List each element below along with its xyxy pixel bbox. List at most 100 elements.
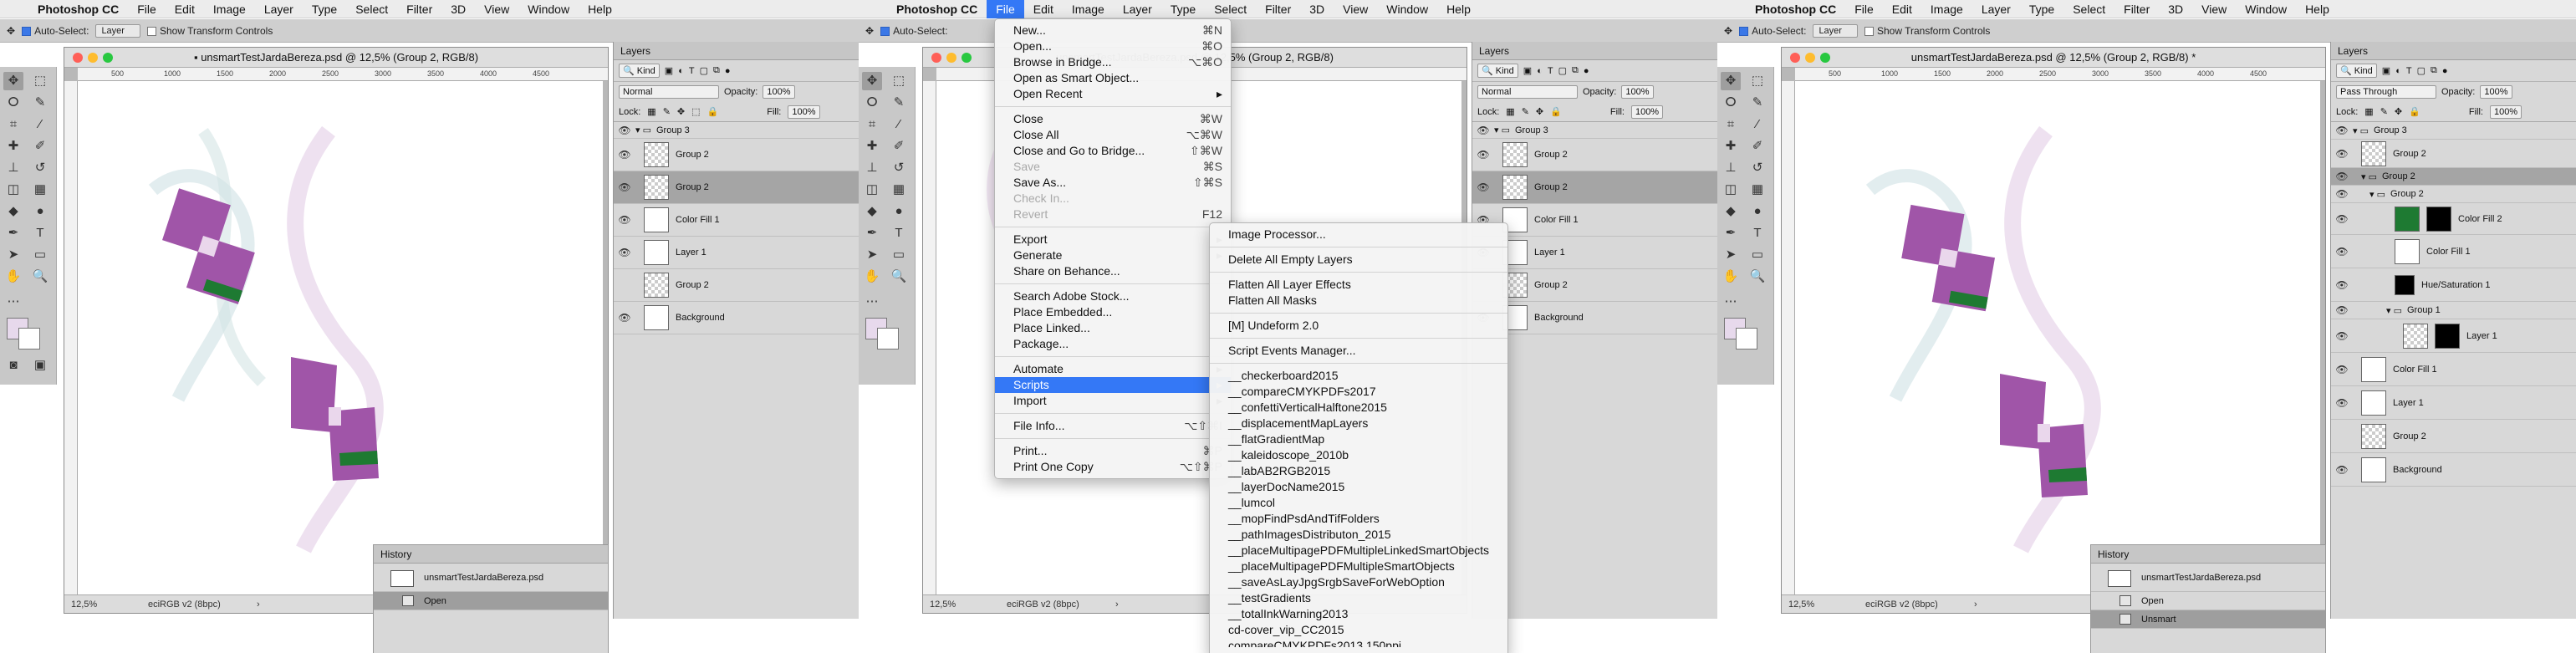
history-state[interactable]: Open <box>2091 592 2325 610</box>
layer-row[interactable]: 👁 Group 2 <box>614 139 859 171</box>
layer-row[interactable]: 👁Layer 1 <box>1472 237 1717 269</box>
file-menu-item[interactable]: Place Linked... <box>995 320 1231 336</box>
marquee-tool-icon[interactable]: ⬚ <box>889 72 909 90</box>
menu-help[interactable]: Help <box>1437 0 1480 18</box>
visibility-eye-icon[interactable]: 👁 <box>2331 171 2353 182</box>
stamp-tool-icon[interactable]: ⊥ <box>862 159 882 177</box>
zoom-level[interactable]: 12,5% <box>71 595 97 614</box>
hand-tool-icon[interactable]: ✋ <box>862 268 882 286</box>
filter-kind-dropdown[interactable]: 🔍 Kind <box>619 64 660 78</box>
visibility-eye-icon[interactable]: 👁 <box>2331 464 2353 476</box>
filter-type-icon[interactable]: T <box>689 66 695 76</box>
zoom-level[interactable]: 12,5% <box>1788 595 1814 614</box>
more-tools-icon[interactable]: ⋯ <box>3 293 23 311</box>
blend-mode-dropdown[interactable]: Pass Through <box>2336 85 2436 99</box>
eraser-tool-icon[interactable]: ◫ <box>3 181 23 199</box>
script-menu-item[interactable]: __saveAsLayJpgSrgbSaveForWebOption <box>1210 574 1507 590</box>
path-select-tool-icon[interactable]: ➤ <box>862 246 882 264</box>
move-tool-icon[interactable]: ✥ <box>1724 25 1732 37</box>
minimize-window-button[interactable] <box>946 53 956 63</box>
history-state[interactable]: Unsmart <box>2091 610 2325 629</box>
shape-tool-icon[interactable]: ▭ <box>889 246 909 264</box>
layer-row[interactable]: 👁 Color Fill 1 <box>2331 353 2576 386</box>
file-menu-item[interactable]: Export▸ <box>995 232 1231 247</box>
filter-pixel-icon[interactable]: ▣ <box>665 65 673 76</box>
visibility-eye-icon[interactable]: 👁 <box>2331 364 2353 375</box>
move-tool-icon[interactable]: ✥ <box>1721 72 1741 90</box>
type-tool-icon[interactable]: T <box>30 224 50 242</box>
file-menu-item[interactable]: Open Recent ▸ <box>995 86 1231 102</box>
menu-layer[interactable]: Layer <box>1972 0 2020 18</box>
visibility-eye-icon[interactable]: 👁 <box>2331 125 2353 136</box>
menu-file[interactable]: File <box>128 0 166 18</box>
lock-transparent-icon[interactable]: ▦ <box>647 106 655 117</box>
script-menu-item[interactable]: Flatten All Masks <box>1210 293 1507 309</box>
menu-layer[interactable]: Layer <box>1114 0 1161 18</box>
file-menu-item[interactable]: Open... ⌘O <box>995 38 1231 54</box>
menu-image[interactable]: Image <box>204 0 255 18</box>
layer-row[interactable]: 👁 Color Fill 1 <box>1472 204 1717 237</box>
menu-window[interactable]: Window <box>518 0 579 18</box>
file-menu-item[interactable]: New... ⌘N <box>995 23 1231 38</box>
visibility-eye-icon[interactable]: 👁 <box>614 247 635 258</box>
dodge-tool-icon[interactable]: ● <box>30 202 50 221</box>
script-menu-item[interactable]: Flatten All Layer Effects <box>1210 277 1507 293</box>
hand-tool-icon[interactable]: ✋ <box>3 268 23 286</box>
history-brush-icon[interactable]: ↺ <box>1747 159 1767 177</box>
menu-layer[interactable]: Layer <box>255 0 303 18</box>
auto-select-checkbox[interactable]: Auto-Select: <box>22 25 89 37</box>
blur-tool-icon[interactable]: ◆ <box>862 202 882 221</box>
file-menu-item[interactable]: Open as Smart Object... <box>995 70 1231 86</box>
menu-filter[interactable]: Filter <box>1256 0 1300 18</box>
menu-select[interactable]: Select <box>2063 0 2114 18</box>
script-menu-item[interactable]: compareCMYKPDFs2013 150ppi <box>1210 638 1507 647</box>
auto-select-dropdown[interactable]: Layer <box>1813 23 1858 38</box>
history-tab[interactable]: History <box>2091 545 2325 564</box>
close-window-button[interactable] <box>1790 53 1800 63</box>
menu-select[interactable]: Select <box>1205 0 1256 18</box>
file-menu-item[interactable]: Import▸ <box>995 393 1231 409</box>
healing-tool-icon[interactable]: ✚ <box>862 137 882 156</box>
layer-row[interactable]: 👁Background <box>1472 302 1717 334</box>
menu-edit[interactable]: Edit <box>1883 0 1921 18</box>
filter-adjust-icon[interactable]: ◐ <box>1537 66 1543 76</box>
visibility-eye-icon[interactable]: 👁 <box>1472 125 1494 136</box>
zoom-tool-icon[interactable]: 🔍 <box>889 268 909 286</box>
visibility-eye-icon[interactable]: 👁 <box>2331 188 2353 200</box>
menu-image[interactable]: Image <box>1921 0 1972 18</box>
screen-mode-icon[interactable]: ▣ <box>30 356 50 375</box>
script-menu-item[interactable]: __testGradients <box>1210 590 1507 606</box>
menu-3d[interactable]: 3D <box>1300 0 1334 18</box>
filter-pixel-icon[interactable]: ▣ <box>2382 65 2390 76</box>
move-tool-icon[interactable]: ✥ <box>865 25 874 37</box>
menu-type[interactable]: Type <box>1161 0 1205 18</box>
shape-tool-icon[interactable]: ▭ <box>1747 246 1767 264</box>
opacity-input[interactable]: 100% <box>763 85 795 99</box>
script-menu-item[interactable]: Image Processor... <box>1210 227 1507 242</box>
filter-toggle-icon[interactable]: ● <box>2442 66 2448 76</box>
file-menu-item[interactable]: Print...⌘P <box>995 443 1231 459</box>
zoom-level[interactable]: 12,5% <box>930 595 956 614</box>
filter-shape-icon[interactable]: ▢ <box>1558 65 1567 76</box>
zoom-window-button[interactable] <box>962 53 972 63</box>
layer-row[interactable]: 👁 Group 2 <box>2331 140 2576 168</box>
path-select-tool-icon[interactable]: ➤ <box>3 246 23 264</box>
layer-row-selected[interactable]: 👁 Group 2 <box>614 171 859 204</box>
filter-toggle-icon[interactable]: ● <box>1584 66 1589 76</box>
visibility-eye-icon[interactable]: 👁 <box>1472 149 1494 161</box>
close-window-button[interactable] <box>931 53 941 63</box>
status-menu-arrow[interactable]: › <box>257 595 260 614</box>
script-menu-item[interactable]: __lumcol <box>1210 495 1507 511</box>
show-transform-checkbox[interactable]: Show Transform Controls <box>1864 25 1990 37</box>
layer-row[interactable]: 👁 Color Fill 2 <box>2331 203 2576 235</box>
document-title-bar[interactable]: ▪ unsmartTestJardaBereza.psd @ 12,5% (Gr… <box>64 48 608 68</box>
visibility-eye-icon[interactable]: 👁 <box>614 181 635 193</box>
history-tab[interactable]: History <box>374 545 608 564</box>
zoom-window-button[interactable] <box>103 53 113 63</box>
zoom-window-button[interactable] <box>1820 53 1830 63</box>
vertical-ruler[interactable] <box>64 81 78 594</box>
fill-input[interactable]: 100% <box>788 105 820 119</box>
script-menu-item[interactable]: __placeMultipagePDFMultipleSmartObjects <box>1210 559 1507 574</box>
menu-window[interactable]: Window <box>2236 0 2296 18</box>
layers-tab[interactable]: Layers <box>614 42 859 60</box>
